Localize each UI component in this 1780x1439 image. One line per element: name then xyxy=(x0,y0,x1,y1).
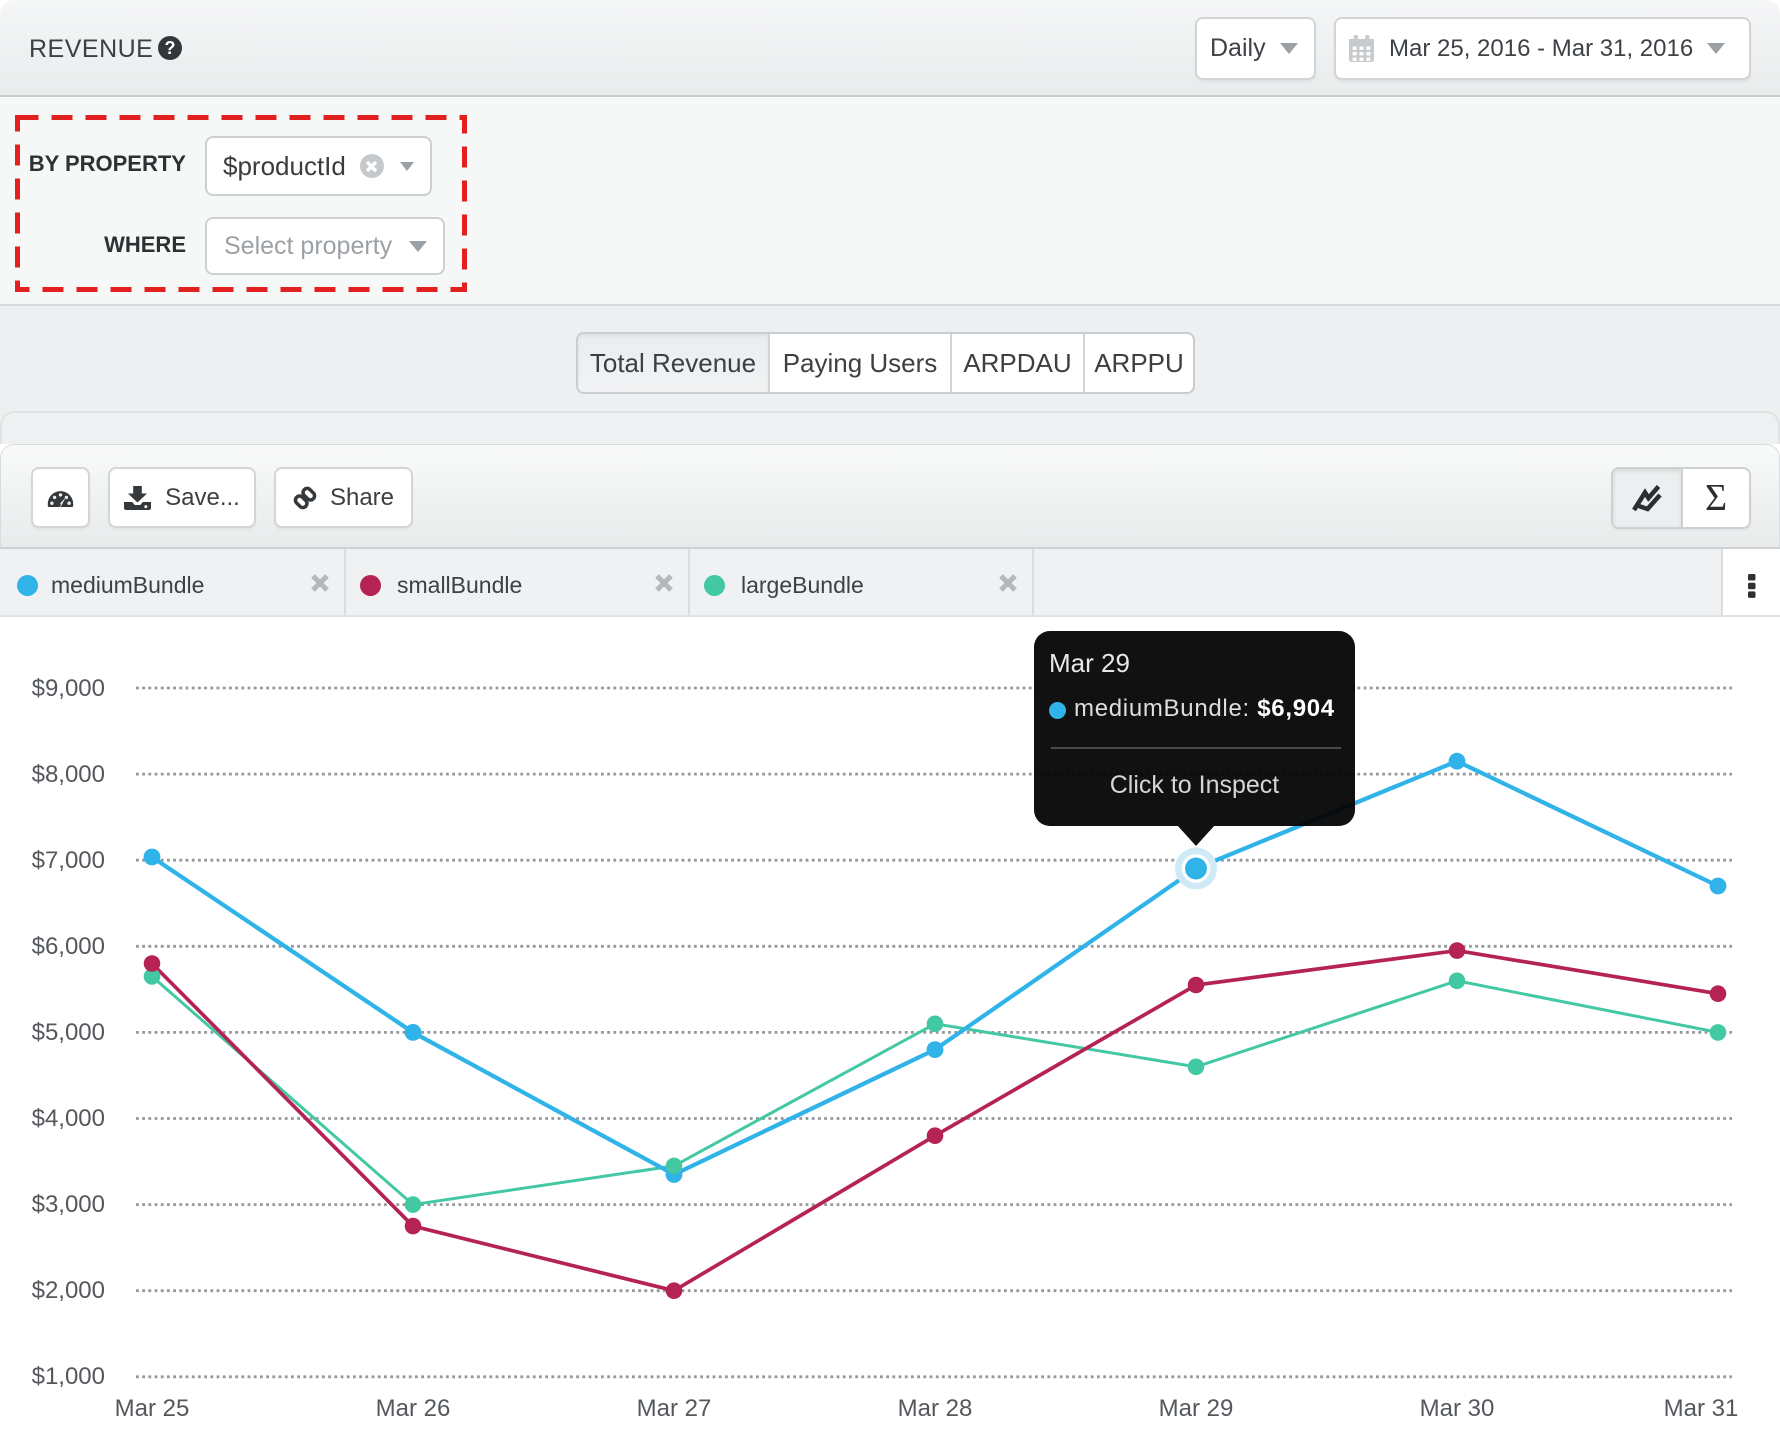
svg-text:Mar 28: Mar 28 xyxy=(898,1395,973,1422)
svg-text:$6,000: $6,000 xyxy=(32,933,105,960)
svg-text:Mar 25: Mar 25 xyxy=(115,1395,190,1422)
svg-text:Mar 29: Mar 29 xyxy=(1159,1395,1234,1422)
svg-text:$3,000: $3,000 xyxy=(32,1191,105,1218)
svg-text:Mar 31: Mar 31 xyxy=(1664,1395,1739,1422)
svg-text:Mar 30: Mar 30 xyxy=(1420,1395,1495,1422)
svg-text:$4,000: $4,000 xyxy=(32,1105,105,1132)
svg-text:Mar 26: Mar 26 xyxy=(376,1395,451,1422)
svg-text:$7,000: $7,000 xyxy=(32,847,105,874)
svg-text:$9,000: $9,000 xyxy=(32,675,105,702)
svg-text:$1,000: $1,000 xyxy=(32,1363,105,1390)
svg-text:$8,000: $8,000 xyxy=(32,761,105,788)
svg-text:$5,000: $5,000 xyxy=(32,1019,105,1046)
svg-text:$2,000: $2,000 xyxy=(32,1277,105,1304)
svg-text:Mar 27: Mar 27 xyxy=(637,1395,712,1422)
